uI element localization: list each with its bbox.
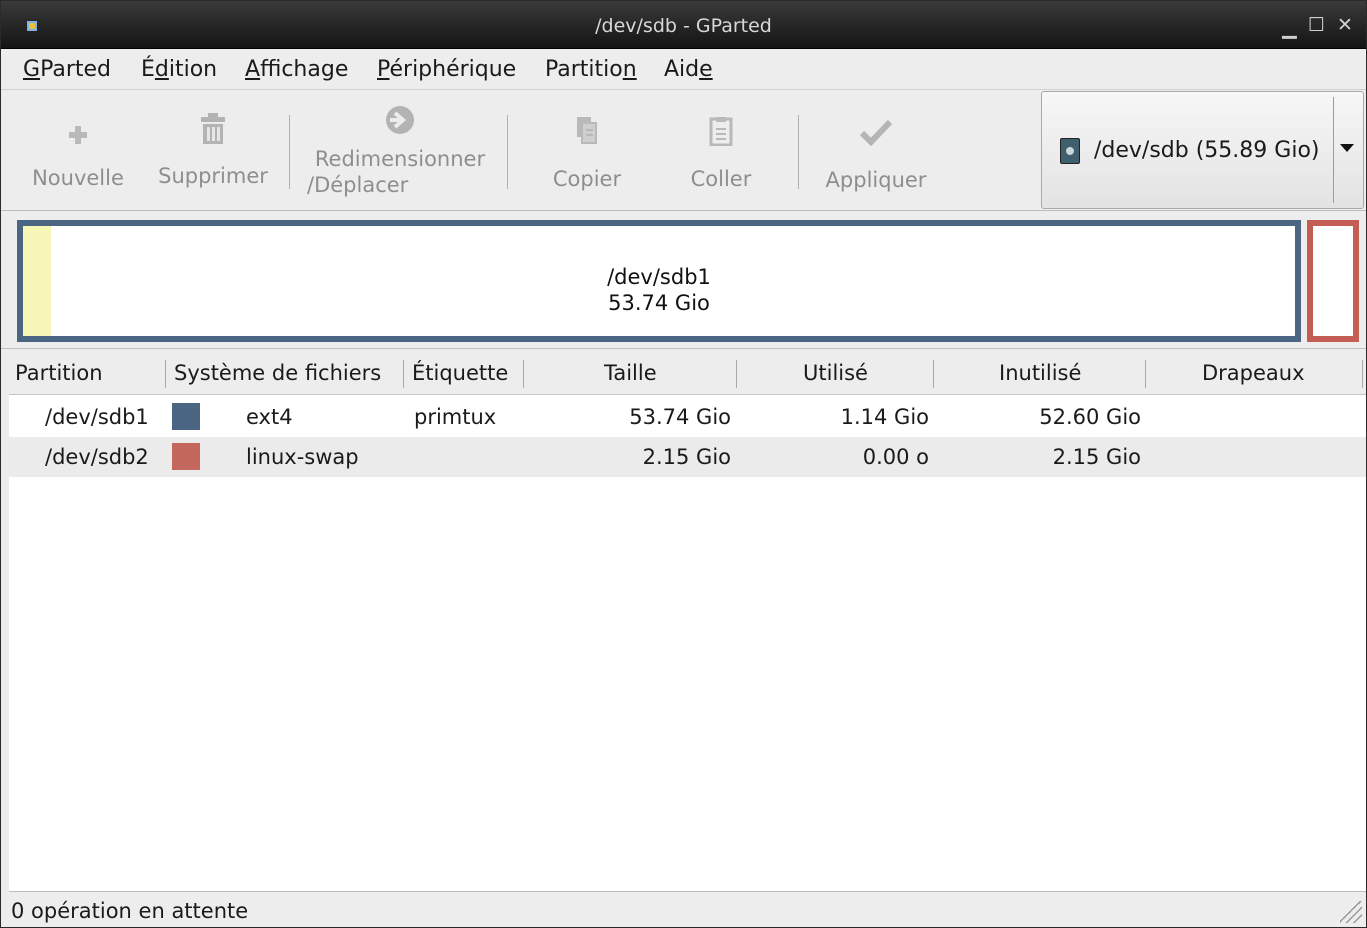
- menu-gparted[interactable]: GParted: [23, 57, 111, 82]
- cell-unused: 2.15 Gio: [1052, 445, 1141, 469]
- table-row[interactable]: /dev/sdb1 ext4 primtux 53.74 Gio 1.14 Gi…: [9, 397, 1366, 437]
- plus-icon: [69, 126, 87, 144]
- column-separator[interactable]: [736, 360, 737, 388]
- column-separator[interactable]: [1145, 360, 1146, 388]
- partition-table: Partition Système de fichiers Étiquette …: [9, 351, 1366, 891]
- disk-map: /dev/sdb1 53.74 Gio: [1, 212, 1366, 349]
- column-header-size[interactable]: Taille: [604, 361, 657, 385]
- resize-label-line1: Redimensionner: [314, 147, 486, 171]
- column-header-label[interactable]: Étiquette: [412, 361, 508, 385]
- table-row[interactable]: /dev/sdb2 linux-swap 2.15 Gio 0.00 o 2.1…: [9, 437, 1366, 477]
- partition-block-label: /dev/sdb1 53.74 Gio: [23, 264, 1295, 316]
- menu-aide[interactable]: Aide: [664, 57, 713, 82]
- apply-button[interactable]: Appliquer: [819, 118, 933, 192]
- trash-icon: [201, 113, 225, 144]
- paste-label: Coller: [690, 167, 752, 191]
- toolbar-separator: [507, 115, 508, 189]
- partition-block-name: /dev/sdb1: [607, 265, 711, 289]
- device-selector[interactable]: /dev/sdb (55.89 Gio): [1041, 91, 1364, 209]
- table-header: Partition Système de fichiers Étiquette …: [9, 351, 1366, 395]
- copy-icon: [577, 117, 597, 144]
- apply-label: Appliquer: [825, 168, 927, 192]
- menu-partition[interactable]: Partition: [545, 57, 637, 82]
- status-text: 0 opération en attente: [11, 899, 249, 923]
- partition-block-sdb2[interactable]: [1307, 220, 1359, 342]
- copy-button[interactable]: Copier: [541, 116, 633, 191]
- toolbar-separator: [798, 115, 799, 189]
- new-label: Nouvelle: [32, 166, 124, 190]
- checkmark-icon: [859, 119, 893, 146]
- device-label: /dev/sdb (55.89 Gio): [1094, 138, 1320, 163]
- menu-edition[interactable]: Édition: [141, 57, 217, 82]
- toolbar-separator: [289, 115, 290, 189]
- partition-block-sdb1[interactable]: /dev/sdb1 53.74 Gio: [17, 220, 1301, 342]
- column-separator[interactable]: [523, 360, 524, 388]
- column-header-used[interactable]: Utilisé: [803, 361, 868, 385]
- cell-filesystem: ext4: [246, 405, 293, 429]
- menu-affichage[interactable]: Affichage: [245, 57, 348, 82]
- fs-color-swatch: [172, 403, 200, 430]
- paste-button[interactable]: Coller: [677, 116, 765, 191]
- combo-separator: [1333, 97, 1334, 203]
- delete-label: Supprimer: [158, 164, 268, 188]
- menu-bar: GParted Édition Affichage Périphérique P…: [1, 49, 1366, 90]
- window-title: /dev/sdb - GParted: [595, 15, 772, 37]
- dropdown-arrow-icon[interactable]: [1340, 144, 1354, 152]
- window-left-edge: [1, 351, 9, 927]
- partition-block-size: 53.74 Gio: [608, 291, 710, 315]
- fs-color-swatch: [172, 443, 200, 470]
- disk-icon: [1060, 138, 1080, 164]
- column-separator[interactable]: [1362, 360, 1363, 388]
- cell-used: 1.14 Gio: [840, 405, 929, 429]
- status-bar: 0 opération en attente: [9, 891, 1366, 927]
- menu-peripherique[interactable]: Périphérique: [377, 57, 516, 82]
- column-header-unused[interactable]: Inutilisé: [999, 361, 1081, 385]
- cell-label: primtux: [414, 405, 497, 429]
- column-separator[interactable]: [933, 360, 934, 388]
- column-separator[interactable]: [165, 360, 166, 388]
- column-header-flags[interactable]: Drapeaux: [1202, 361, 1305, 385]
- column-separator[interactable]: [403, 360, 404, 388]
- cell-filesystem: linux-swap: [246, 445, 359, 469]
- resize-grip-icon[interactable]: [1340, 901, 1362, 923]
- cell-size: 53.74 Gio: [629, 405, 731, 429]
- cell-size: 2.15 Gio: [642, 445, 731, 469]
- resize-arrow-icon: [386, 106, 414, 134]
- resize-label-line2: /Déplacer: [307, 173, 409, 197]
- cell-partition: /dev/sdb1: [45, 405, 149, 429]
- cell-used: 0.00 o: [862, 445, 929, 469]
- clipboard-icon: [709, 117, 733, 146]
- gparted-window: /dev/sdb - GParted ▁ ☐ ✕ GParted Édition…: [0, 0, 1367, 928]
- minimize-icon[interactable]: ▁: [1282, 18, 1297, 38]
- column-header-filesystem[interactable]: Système de fichiers: [174, 361, 381, 385]
- new-button[interactable]: Nouvelle: [25, 122, 131, 190]
- cell-unused: 52.60 Gio: [1039, 405, 1141, 429]
- title-bar: /dev/sdb - GParted ▁ ☐ ✕: [1, 1, 1366, 49]
- close-icon[interactable]: ✕: [1337, 15, 1353, 35]
- resize-move-button[interactable]: Redimensionner /Déplacer: [307, 104, 493, 198]
- copy-label: Copier: [552, 167, 622, 191]
- cell-partition: /dev/sdb2: [45, 445, 149, 469]
- column-header-partition[interactable]: Partition: [15, 361, 103, 385]
- maximize-icon[interactable]: ☐: [1308, 15, 1325, 35]
- delete-button[interactable]: Supprimer: [151, 112, 275, 188]
